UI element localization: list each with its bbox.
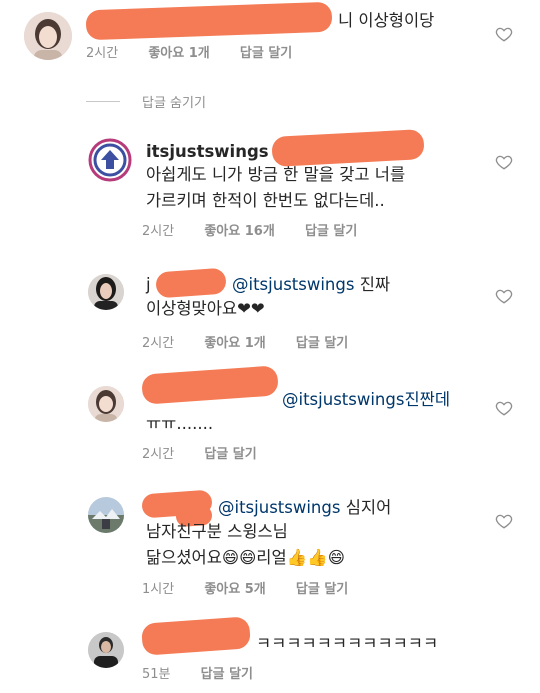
heart-outline-icon[interactable] (495, 512, 513, 530)
heart-outline-icon[interactable] (495, 153, 513, 171)
comment-text-line1: @itsjustswings진짠데 (282, 388, 450, 412)
avatar-user-j[interactable] (88, 274, 124, 310)
comment-text: 심지어 (345, 498, 392, 517)
comment-meta: 1시간 좋아요 5개 답글 달기 (142, 578, 374, 597)
comment-time: 2시간 (86, 46, 119, 61)
avatar-itsjustswings[interactable] (88, 138, 132, 182)
heart-outline-icon[interactable] (495, 399, 513, 417)
hide-replies[interactable]: 답글 숨기기 (86, 92, 286, 111)
username-initial[interactable]: j (146, 273, 151, 297)
reply-button[interactable]: 답글 달기 (240, 46, 292, 61)
likes-count[interactable]: 좋아요 16개 (204, 224, 274, 239)
comment-text: ㅋㅋㅋㅋㅋㅋㅋㅋㅋㅋㅋㅋ (256, 634, 439, 653)
reply-button[interactable]: 답글 달기 (305, 224, 357, 239)
likes-count[interactable]: 좋아요 1개 (148, 46, 209, 61)
comment-time: 2시간 (142, 224, 175, 239)
redaction-username (85, 1, 333, 41)
likes-count[interactable]: 좋아요 5개 (204, 582, 265, 597)
username[interactable]: itsjustswings (146, 142, 269, 161)
comment-meta: 2시간 좋아요 1개 답글 달기 (142, 332, 374, 351)
hide-replies-label: 답글 숨기기 (142, 96, 206, 111)
heart-outline-icon[interactable] (495, 25, 513, 43)
reply-button[interactable]: 답글 달기 (296, 336, 348, 351)
comment-text-line1: 아쉽게도 니가 방금 한 말을 갖고 너를 (146, 165, 406, 184)
comment-time: 2시간 (142, 336, 175, 351)
comment-text-line2: 이상형맞아요❤❤ (146, 299, 265, 318)
comment-text-line1: @itsjustswings 심지어 (218, 496, 391, 520)
heart-outline-icon[interactable] (495, 287, 513, 305)
comment-text-line3: 닮으셨어요😄😄리얼👍👍😄 (146, 548, 345, 567)
comment-text-line1: @itsjustswings 진짜 (232, 273, 390, 297)
reply-button[interactable]: 답글 달기 (204, 447, 256, 462)
avatar-user-5[interactable] (88, 497, 124, 533)
comment-meta: 2시간 좋아요 16개 답글 달기 (142, 220, 383, 239)
comment-text: 니 이상형이당 (338, 11, 435, 30)
comment-meta: 2시간 좋아요 1개 답글 달기 (86, 42, 318, 61)
redaction-username (141, 616, 251, 656)
mention[interactable]: @itsjustswings (218, 498, 340, 517)
comment-meta: 51분 답글 달기 (142, 663, 279, 682)
comment-time: 2시간 (142, 447, 175, 462)
comment-time: 1시간 (142, 582, 175, 597)
avatar-user-4[interactable] (88, 386, 124, 422)
comment-text: 진짜 (359, 275, 391, 294)
comment-time: 51분 (142, 667, 171, 682)
comment-text-line2: ㅠㅠ....... (146, 414, 214, 433)
mention[interactable]: @itsjustswings진짠데 (282, 390, 450, 409)
comment-meta: 2시간 답글 달기 (142, 443, 283, 462)
avatar-user-1[interactable] (24, 12, 72, 60)
redaction-username (155, 267, 227, 299)
comment-username-line: itsjustswings @ (146, 140, 290, 164)
divider (86, 101, 120, 102)
comment-text-line2: 가르키며 한적이 한번도 없다는데.. (146, 191, 385, 210)
redaction-mention (271, 129, 425, 167)
reply-button[interactable]: 답글 달기 (201, 667, 253, 682)
likes-count[interactable]: 좋아요 1개 (204, 336, 265, 351)
reply-button[interactable]: 답글 달기 (296, 582, 348, 597)
redaction-username (141, 365, 279, 405)
comment-text-line2: 남자친구분 스윙스님 (146, 522, 288, 541)
mention[interactable]: @itsjustswings (232, 275, 354, 294)
avatar-user-6[interactable] (88, 632, 124, 668)
